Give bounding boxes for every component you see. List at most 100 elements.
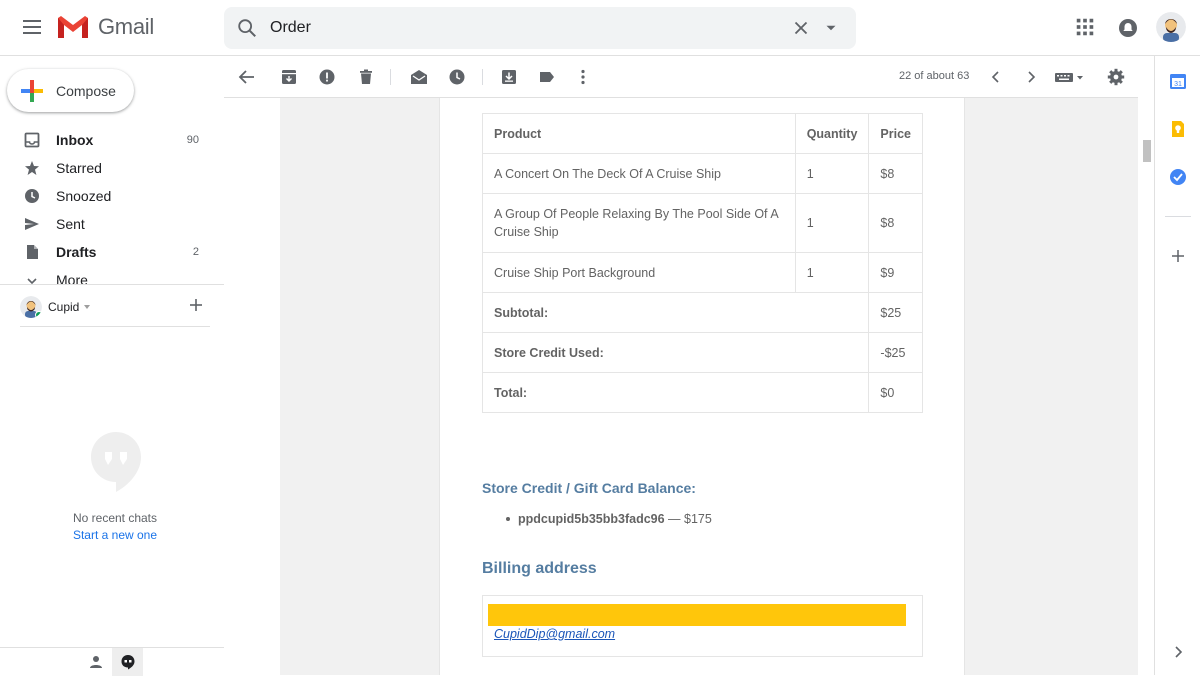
store-credit-row: Store Credit Used: -$25 [481, 332, 923, 373]
gmail-logo[interactable]: Gmail [56, 14, 154, 40]
nav-label: Drafts [56, 244, 97, 260]
nav-label: Snoozed [56, 188, 112, 204]
tasks-icon[interactable] [1169, 168, 1187, 186]
column-header-quantity: Quantity [794, 113, 870, 154]
toolbar-separator [482, 69, 483, 85]
apps-grid-icon[interactable] [1074, 16, 1096, 38]
nav-item-sent[interactable]: Sent [0, 210, 224, 238]
price-cell: $8 [868, 193, 923, 253]
clock-icon [24, 188, 40, 204]
store-credit-heading: Store Credit / Gift Card Balance: [482, 480, 696, 496]
mark-unread-icon[interactable] [410, 68, 428, 86]
start-new-chat-link[interactable]: Start a new one [0, 528, 230, 542]
inbox-icon [24, 132, 40, 148]
send-icon [24, 216, 40, 232]
contacts-person-icon[interactable] [88, 654, 104, 670]
clear-search-icon[interactable] [790, 17, 812, 39]
hangouts-user[interactable]: Cupid [20, 292, 220, 322]
message-margin [224, 98, 280, 675]
total-row: Total: $0 [481, 372, 923, 413]
redaction-bar [488, 604, 906, 626]
calendar-icon[interactable]: 31 [1169, 72, 1187, 90]
snooze-icon[interactable] [448, 68, 466, 86]
search-options-icon[interactable] [822, 19, 840, 37]
message-pane: Product Quantity Price A Concert On The … [224, 98, 1138, 675]
subtotal-label: Subtotal: [481, 292, 870, 333]
scrollbar-thumb[interactable] [1143, 140, 1151, 162]
vertical-scrollbar[interactable] [1138, 56, 1154, 675]
nav-label: Inbox [56, 132, 94, 148]
more-vert-icon[interactable] [574, 68, 592, 86]
table-row: A Concert On The Deck Of A Cruise Ship 1… [482, 153, 923, 194]
compose-button[interactable]: Compose [7, 69, 134, 112]
chevron-left-icon[interactable] [987, 68, 1005, 86]
search-icon[interactable] [236, 17, 258, 39]
hangouts-user-name: Cupid [48, 300, 80, 314]
product-cell: A Group Of People Relaxing By The Pool S… [482, 193, 796, 253]
back-arrow-icon[interactable] [238, 68, 256, 86]
nav-label: Starred [56, 160, 102, 176]
nav-item-inbox[interactable]: Inbox 90 [0, 126, 224, 154]
hangouts-icon [121, 655, 134, 670]
table-row: A Group Of People Relaxing By The Pool S… [482, 193, 923, 253]
notifications-icon[interactable] [1116, 16, 1140, 40]
chevron-down-icon [24, 272, 40, 288]
price-cell: $8 [868, 153, 923, 194]
sidebar-footer [0, 647, 224, 676]
side-panel-divider [1165, 216, 1191, 217]
pagination-text: 22 of about 63 [899, 70, 970, 82]
gift-card-amount: — $175 [668, 512, 712, 526]
quantity-cell: 1 [794, 252, 870, 293]
quantity-cell: 1 [794, 193, 870, 253]
divider [20, 326, 210, 327]
nav-count: 2 [192, 246, 199, 258]
settings-gear-icon[interactable] [1107, 68, 1125, 86]
label-icon[interactable] [538, 68, 556, 86]
add-addon-icon[interactable] [1169, 247, 1187, 265]
product-cell: A Concert On The Deck Of A Cruise Ship [482, 153, 796, 194]
search-bar [224, 7, 856, 49]
move-to-icon[interactable] [500, 68, 518, 86]
hangouts-tab[interactable] [112, 648, 143, 676]
nav-count: 90 [186, 134, 199, 146]
price-cell: $9 [868, 252, 923, 293]
chevron-right-icon[interactable] [1022, 68, 1040, 86]
caret-down-icon[interactable] [84, 305, 91, 309]
compose-label: Compose [56, 82, 116, 99]
input-tools-icon[interactable] [1054, 68, 1086, 86]
store-credit-label: Store Credit Used: [481, 332, 870, 373]
gift-card-item: ppdcupid5b35bb3fadc96 — $175 [506, 512, 712, 526]
nav-label: Sent [56, 216, 85, 232]
nav-item-starred[interactable]: Starred [0, 154, 224, 182]
side-panel: 31 [1154, 56, 1200, 675]
total-value: $0 [868, 372, 923, 413]
keep-icon[interactable] [1169, 120, 1187, 138]
left-sidebar: Compose Inbox 90 Starred Snoozed Sent Dr… [0, 56, 224, 676]
billing-address-box: CupidDip@gmail.com [482, 595, 923, 657]
subtotal-row: Subtotal: $25 [481, 292, 923, 333]
quantity-cell: 1 [794, 153, 870, 194]
billing-email-link[interactable]: CupidDip@gmail.com [494, 627, 615, 641]
table-row: Cruise Ship Port Background 1 $9 [482, 252, 923, 293]
main-menu-icon[interactable] [20, 16, 44, 40]
search-input[interactable] [270, 15, 770, 41]
account-avatar[interactable] [1156, 12, 1186, 42]
gmail-m-icon [58, 16, 88, 38]
expand-panel-chevron-icon[interactable] [1169, 643, 1187, 661]
nav-item-drafts[interactable]: Drafts 2 [0, 238, 224, 266]
nav-item-more[interactable]: More [0, 266, 224, 294]
total-label: Total: [481, 372, 870, 413]
column-header-price: Price [868, 113, 923, 154]
archive-icon[interactable] [280, 68, 298, 86]
product-cell: Cruise Ship Port Background [482, 252, 796, 293]
report-spam-icon[interactable] [318, 68, 336, 86]
add-chat-icon[interactable] [188, 297, 204, 313]
app-name: Gmail [98, 14, 154, 39]
toolbar-separator [390, 69, 391, 85]
mail-nav: Inbox 90 Starred Snoozed Sent Drafts 2 M… [0, 126, 224, 294]
divider [0, 284, 224, 285]
delete-icon[interactable] [357, 68, 375, 86]
hangouts-bubble-icon [91, 432, 141, 492]
nav-item-snoozed[interactable]: Snoozed [0, 182, 224, 210]
table-header-row: Product Quantity Price [482, 113, 923, 154]
